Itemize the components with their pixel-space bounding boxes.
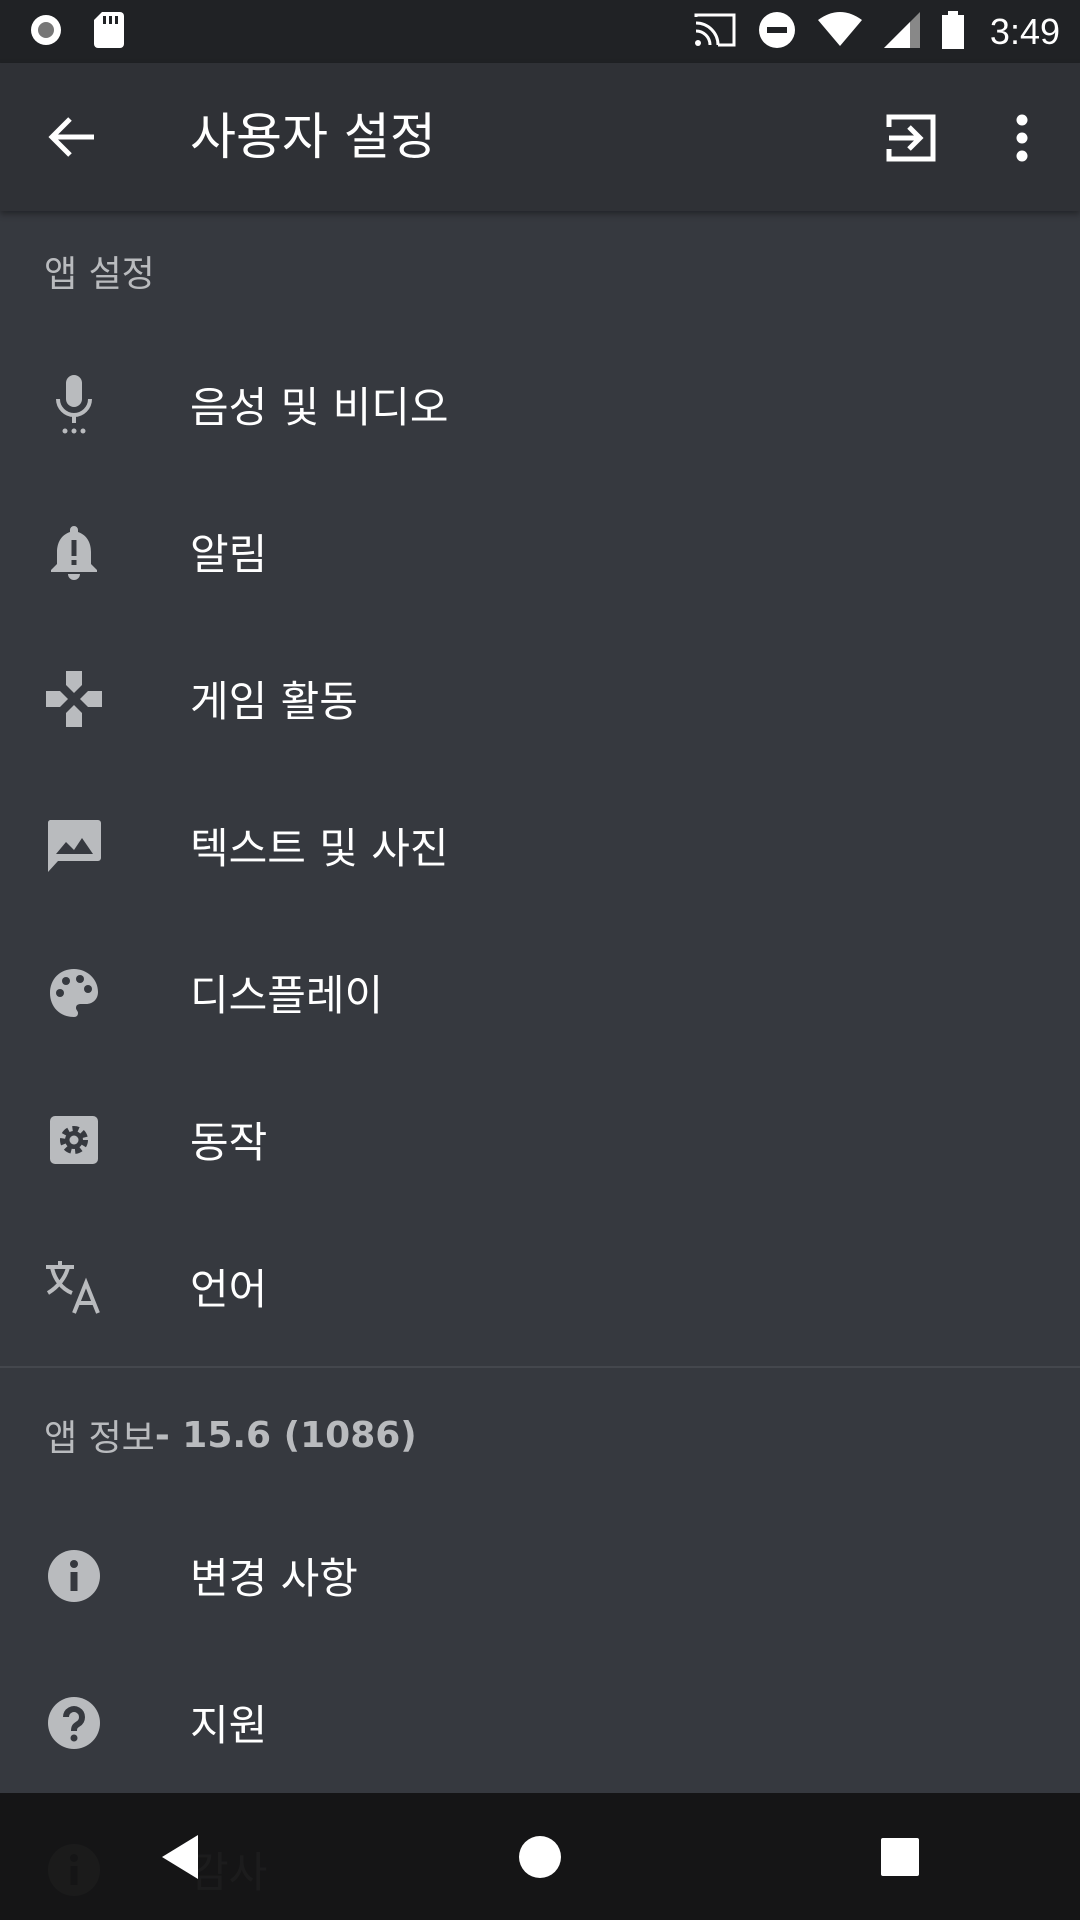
section-header-app-info: 앱 정보 - 15.6 (1086) [0,1368,1080,1502]
settings-item-label: 지원 [190,1701,268,1750]
home-circle-icon [519,1835,561,1878]
sd-card-icon [94,11,124,52]
battery-icon [941,10,964,53]
settings-item-notifications[interactable]: 알림 [0,478,1080,625]
settings-item-label: 디스플레이 [190,971,384,1020]
gamepad-icon [42,667,106,731]
settings-item-voice-video[interactable]: 음성 및 비디오 [0,331,1080,478]
settings-item-label: 텍스트 및 사진 [190,824,449,873]
settings-item-text-images[interactable]: 텍스트 및 사진 [0,772,1080,919]
translate-icon [42,1255,106,1319]
settings-item-display[interactable]: 디스플레이 [0,919,1080,1066]
cast-icon [694,13,736,51]
gear-icon [42,1108,106,1172]
settings-item-language[interactable]: 언어 [0,1213,1080,1360]
settings-item-changelog[interactable]: 변경 사항 [0,1502,1080,1649]
wifi-icon [817,11,862,52]
page-title: 사용자 설정 [190,108,436,166]
app-bar: 사용자 설정 [0,63,1080,211]
app-version: - 15.6 (1086) [154,1414,417,1456]
more-vert-icon [1016,114,1028,162]
settings-item-label: 언어 [190,1265,268,1314]
nav-recents-button[interactable] [860,1817,940,1897]
back-triangle-icon [162,1834,198,1879]
settings-item-game-activity[interactable]: 게임 활동 [0,625,1080,772]
signal-icon [883,11,920,52]
settings-list: 앱 설정 음성 및 비디오 알림 게임 활동 텍스트 및 사진 디스플레이 동작… [0,211,1080,1920]
image-message-icon [42,814,106,878]
settings-item-support[interactable]: 지원 [0,1649,1080,1796]
nav-back-button[interactable] [140,1817,220,1897]
settings-item-label: 알림 [190,530,268,579]
status-bar: 3:49 [0,0,1080,63]
palette-icon [42,961,106,1025]
logout-icon [886,114,936,162]
system-nav-bar [0,1793,1080,1920]
bell-icon [42,520,106,584]
clock: 3:49 [989,10,1060,52]
settings-item-behavior[interactable]: 동작 [0,1066,1080,1213]
recents-square-icon [881,1837,919,1876]
settings-item-label: 게임 활동 [190,677,358,726]
arrow-left-icon [48,117,94,157]
settings-item-label: 변경 사항 [190,1554,358,1603]
section-header-app-settings: 앱 설정 [44,254,155,295]
record-icon [28,12,64,52]
settings-item-label: 음성 및 비디오 [190,383,449,432]
screen: 3:49 사용자 설정 앱 설정 음성 및 비디오 알림 게임 활동 텍스트 및… [0,0,1080,1920]
back-button[interactable] [42,107,102,167]
app-info-label: 앱 정보 [44,1418,155,1459]
settings-item-label: 동작 [190,1118,268,1167]
help-icon [42,1691,106,1755]
dnd-icon [758,11,796,53]
logout-button[interactable] [878,105,944,171]
nav-home-button[interactable] [500,1817,580,1897]
info-icon [42,1544,106,1608]
more-options-button[interactable] [1000,105,1044,171]
microphone-icon [42,373,106,437]
